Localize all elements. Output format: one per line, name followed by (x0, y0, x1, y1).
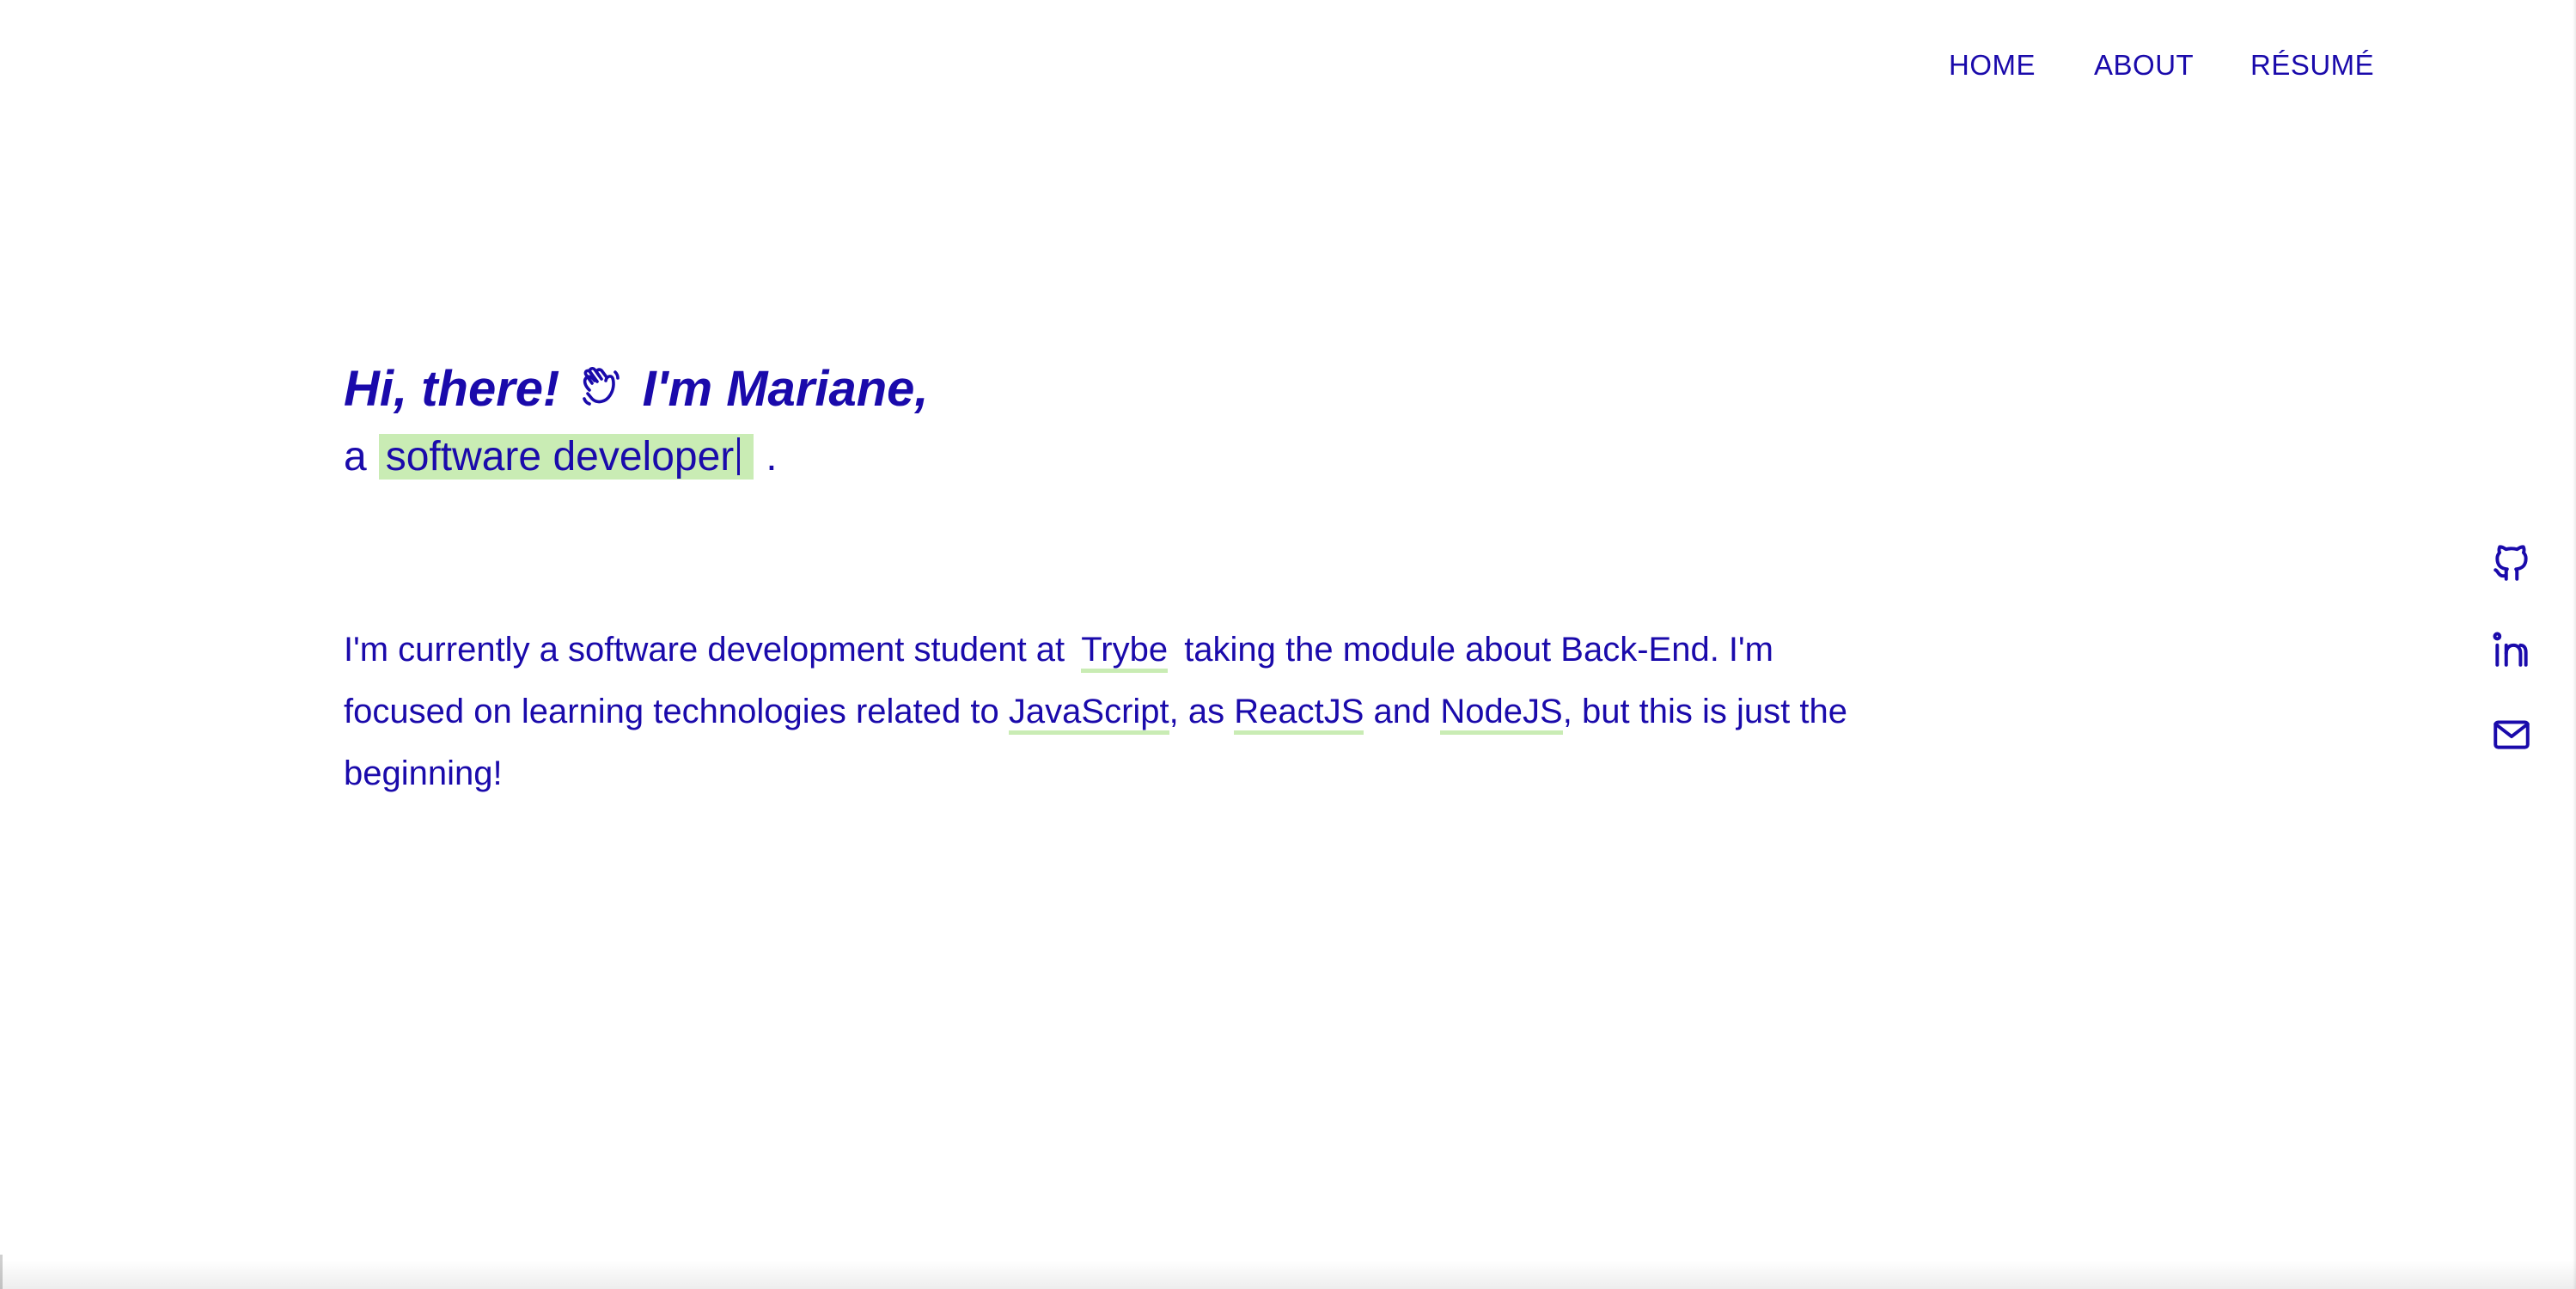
waving-hand-icon (577, 357, 624, 406)
bio-text-4: and (1373, 693, 1431, 730)
javascript-link[interactable]: JavaScript (1008, 693, 1169, 735)
social-links (2490, 541, 2536, 799)
nav-link-home[interactable]: HOME (1949, 45, 2036, 86)
role-suffix: . (766, 434, 778, 480)
bio-paragraph: I'm currently a software development stu… (344, 619, 1873, 804)
github-icon[interactable] (2490, 541, 2533, 584)
page-bottom-shade (0, 1260, 2576, 1289)
role-text: software developer (385, 434, 735, 480)
page: HOME ABOUT RÉSUMÉ Hi, there! I'm Mariane… (0, 0, 2576, 1289)
bio-text-1: I'm currently a software development stu… (344, 631, 1065, 669)
trybe-link[interactable]: Trybe (1081, 631, 1169, 673)
reactjs-link[interactable]: ReactJS (1234, 693, 1364, 735)
nav-link-resume[interactable]: RÉSUMÉ (2250, 45, 2374, 86)
linkedin-icon[interactable] (2490, 627, 2533, 670)
role-prefix: a (344, 434, 367, 480)
role-line: a software developer. (344, 426, 1976, 488)
greeting-heading: Hi, there! I'm Mariane, (344, 352, 1976, 426)
page-right-edge (2573, 0, 2576, 1289)
nodejs-link[interactable]: NodeJS (1440, 693, 1563, 735)
typing-cursor (737, 437, 741, 475)
top-nav: HOME ABOUT RÉSUMÉ (0, 45, 2576, 86)
bio-text-3: , as (1169, 693, 1225, 730)
greeting-text-end: I'm Mariane, (642, 361, 929, 417)
hero-section: Hi, there! I'm Mariane, a software develo… (344, 352, 1976, 488)
role-typewriter: software developer (378, 434, 754, 480)
greeting-text-start: Hi, there! (344, 361, 560, 417)
mail-icon[interactable] (2490, 713, 2533, 756)
nav-link-about[interactable]: ABOUT (2094, 45, 2194, 86)
